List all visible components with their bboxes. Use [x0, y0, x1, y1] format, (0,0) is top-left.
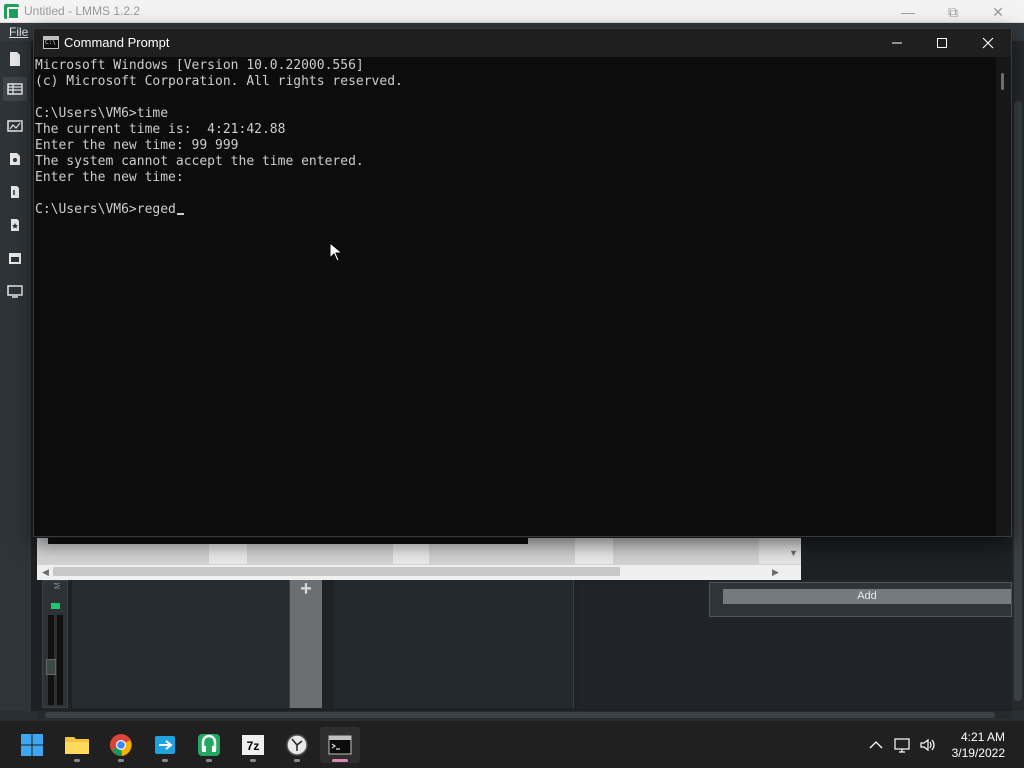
lmms-icon [4, 4, 20, 20]
taskbar-chrome[interactable] [101, 727, 141, 763]
taskbar-file-explorer[interactable] [57, 727, 97, 763]
scroll-down-arrow-icon[interactable]: ▼ [789, 548, 798, 558]
song-editor-track-bar [48, 538, 528, 544]
windows-logo-icon [21, 734, 43, 756]
effects-chain-box: Add [709, 582, 1012, 617]
beat-bassline-icon[interactable] [3, 147, 27, 171]
lmms-close-button[interactable]: ✕ [975, 2, 1021, 22]
clock-icon [286, 734, 308, 756]
mixer-panel [72, 580, 290, 708]
piano-roll-icon[interactable] [3, 180, 27, 204]
workspace-vscroll-thumb[interactable] [1014, 101, 1022, 701]
new-project-icon[interactable] [3, 47, 27, 71]
terminal-icon [328, 735, 352, 755]
project-notes-icon[interactable] [3, 246, 27, 270]
lmms-sidebar-toolbar [0, 41, 31, 711]
taskbar-clock[interactable]: 4:21 AM 3/19/2022 [952, 729, 1005, 761]
add-effect-button[interactable]: Add [723, 589, 1011, 604]
workspace-vscrollbar[interactable] [1012, 41, 1024, 711]
console-input-line[interactable]: C:\Users\VM6>reged [35, 202, 996, 218]
add-channel-button[interactable]: + [290, 579, 322, 599]
workspace-hscrollbar[interactable] [37, 711, 1012, 719]
volume-icon[interactable] [918, 735, 938, 755]
cmd-vscrollbar[interactable] [996, 57, 1011, 536]
menu-file[interactable]: File [9, 25, 28, 39]
command-prompt-window[interactable]: Command Prompt Microsoft Windows [Versio… [33, 28, 1012, 537]
song-editor-icon[interactable] [3, 77, 27, 101]
mixer-led [51, 603, 60, 609]
text-cursor [176, 213, 184, 215]
close-icon [982, 37, 994, 49]
chevron-up-icon[interactable] [866, 735, 886, 755]
start-button[interactable] [12, 727, 52, 763]
automation-editor-icon[interactable] [3, 114, 27, 138]
minimize-icon [892, 42, 902, 44]
lmms-restore-button[interactable]: ⧉ [930, 2, 976, 22]
console-line: Enter the new time: [35, 170, 184, 185]
scroll-left-arrow-icon[interactable]: ◀ [42, 567, 49, 578]
cmd-maximize-button[interactable] [919, 29, 965, 57]
lmms-minimize-button[interactable]: — [885, 2, 931, 22]
lmms-icon [198, 734, 220, 756]
mixer-channel-label: M [53, 582, 62, 589]
taskbar-remote-app[interactable] [145, 727, 185, 763]
remote-icon [155, 736, 175, 754]
console-line: C:\Users\VM6>time [35, 106, 169, 121]
fx-mixer-icon[interactable] [3, 213, 27, 237]
console-line: Enter the new time: 99 999 [35, 138, 239, 153]
taskbar: 7z 4:21 AM 3/19/2022 [0, 720, 1024, 768]
console-line: (c) Microsoft Corporation. All rights re… [35, 74, 403, 89]
clock-date: 3/19/2022 [951, 746, 1005, 760]
terminal-icon [43, 36, 59, 49]
controller-rack-icon[interactable] [3, 279, 27, 303]
cmd-vscroll-thumb[interactable] [1001, 73, 1004, 90]
7zip-icon: 7z [242, 735, 264, 755]
song-editor-hscroll-thumb[interactable] [53, 567, 620, 576]
lmms-window-title: Untitled - LMMS 1.2.2 [24, 4, 141, 18]
lmms-titlebar: Untitled - LMMS 1.2.2 — ⧉ ✕ [0, 0, 1024, 23]
console-line: The system cannot accept the time entere… [35, 154, 364, 169]
workspace-hscroll-thumb[interactable] [45, 712, 995, 718]
maximize-icon [937, 38, 947, 48]
song-editor-strip: ▼ ◀ ▶ [37, 538, 801, 580]
console-line: The current time is: 4:21:42.88 [35, 122, 286, 137]
network-icon[interactable] [893, 735, 913, 755]
taskbar-command-prompt[interactable] [320, 727, 360, 763]
mixer-fader-knob[interactable] [46, 659, 56, 675]
taskbar-lmms[interactable] [189, 727, 229, 763]
scroll-right-arrow-icon[interactable]: ▶ [772, 567, 779, 578]
mixer-fader-track[interactable] [57, 615, 63, 705]
svg-text:7z: 7z [247, 739, 260, 753]
mixer-add-column: + [290, 579, 322, 708]
cmd-minimize-button[interactable] [874, 29, 920, 57]
mixer-effects-panel [334, 580, 574, 708]
clock-time: 4:21 AM [960, 730, 1005, 744]
mixer-master-channel[interactable]: M [42, 580, 68, 708]
folder-icon [65, 737, 89, 754]
cmd-titlebar[interactable]: Command Prompt [34, 29, 1011, 57]
cmd-console-output[interactable]: Microsoft Windows [Version 10.0.22000.55… [34, 57, 996, 536]
console-line: Microsoft Windows [Version 10.0.22000.55… [35, 58, 364, 73]
cmd-window-title: Command Prompt [64, 35, 170, 50]
chrome-icon [110, 734, 132, 757]
cmd-close-button[interactable] [965, 29, 1011, 57]
console-prompt-input[interactable]: C:\Users\VM6>reged [35, 202, 176, 217]
taskbar-7zip[interactable]: 7z [233, 727, 273, 763]
mouse-pointer-icon [329, 242, 343, 262]
taskbar-clock-app[interactable] [277, 727, 317, 763]
